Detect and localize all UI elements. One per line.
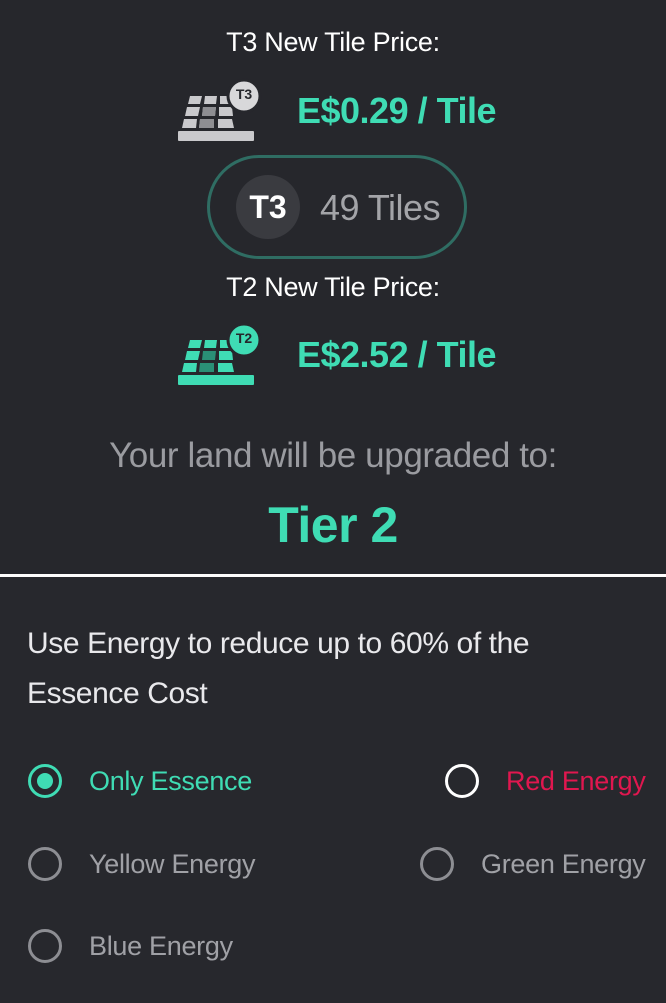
radio-green-energy[interactable]: Green Energy xyxy=(420,847,646,881)
radio-label-yellow-energy: Yellow Energy xyxy=(89,848,256,879)
radio-label-only-essence: Only Essence xyxy=(89,765,252,796)
current-tier-badge: T3 xyxy=(236,175,300,239)
radio-unselected-icon[interactable] xyxy=(28,929,62,963)
t2-price-row: T2 E$2.52 / Tile xyxy=(0,322,666,392)
energy-description: Use Energy to reduce up to 60% of the Es… xyxy=(27,627,530,710)
radio-yellow-energy[interactable]: Yellow Energy xyxy=(28,847,256,881)
radio-unselected-icon[interactable] xyxy=(420,847,454,881)
radio-label-blue-energy: Blue Energy xyxy=(89,930,233,961)
radio-red-energy[interactable]: Red Energy xyxy=(445,764,646,798)
radio-unselected-icon[interactable] xyxy=(28,847,62,881)
radio-only-essence[interactable]: Only Essence xyxy=(28,764,252,798)
t2-price-label: T2 New Tile Price: xyxy=(226,272,440,302)
tile-count: 49 Tiles xyxy=(320,187,441,228)
tile-count-pill: T3 49 Tiles xyxy=(207,155,467,259)
t3-price-label: T3 New Tile Price: xyxy=(226,27,440,57)
radio-unselected-icon[interactable] xyxy=(445,764,479,798)
energy-options-panel: Use Energy to reduce up to 60% of the Es… xyxy=(0,577,666,1003)
t3-price-value: E$0.29 / Tile xyxy=(297,90,496,131)
t3-price-row: T3 E$0.29 / Tile xyxy=(0,78,666,148)
radio-blue-energy[interactable]: Blue Energy xyxy=(28,929,233,963)
upgrade-label: Your land will be upgraded to: xyxy=(109,436,557,475)
t2-price-value: E$2.52 / Tile xyxy=(297,334,496,375)
radio-label-green-energy: Green Energy xyxy=(481,848,646,879)
target-tier: Tier 2 xyxy=(268,497,398,553)
radio-selected-icon[interactable] xyxy=(28,764,62,798)
tile-upgrade-panel: T3 New Tile Price: T3 E$0.29 / Tile T3 4… xyxy=(0,0,666,574)
radio-label-red-energy: Red Energy xyxy=(506,765,646,796)
t3-icon-badge: T3 xyxy=(235,86,253,102)
t2-icon-badge: T2 xyxy=(235,330,253,346)
